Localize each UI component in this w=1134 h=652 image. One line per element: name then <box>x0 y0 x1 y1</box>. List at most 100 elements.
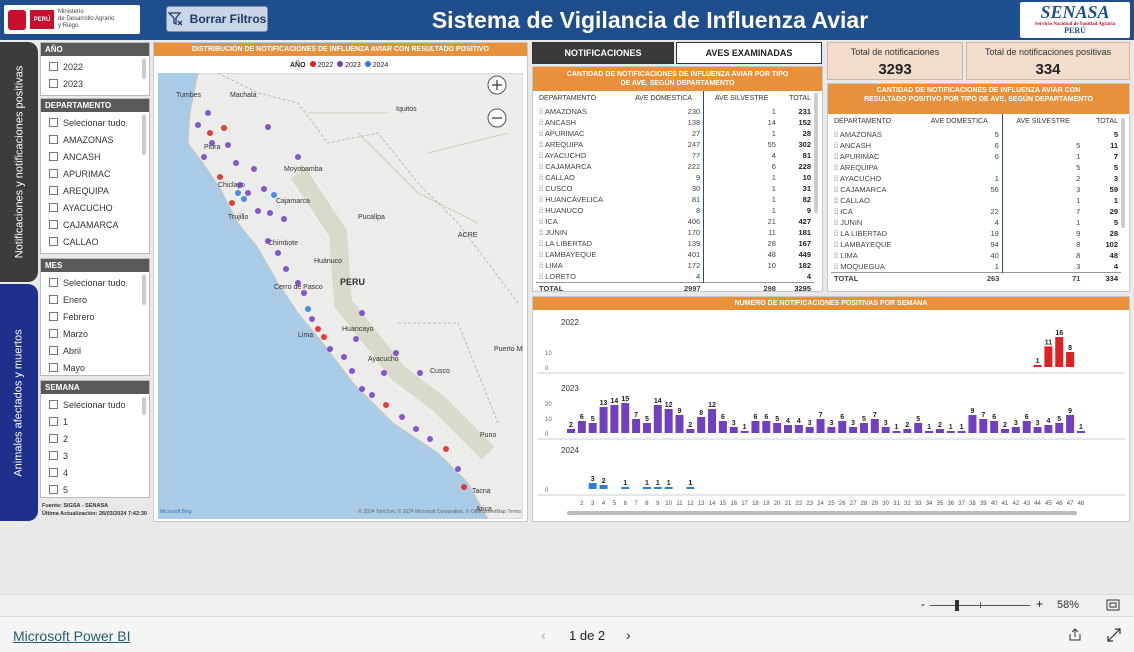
year-option[interactable]: 2022 <box>41 58 149 75</box>
map-marker[interactable] <box>261 186 267 192</box>
zoom-slider-thumb[interactable] <box>955 600 959 611</box>
scrollbar[interactable] <box>142 59 146 79</box>
week-bar[interactable] <box>653 405 662 433</box>
week-option[interactable]: 3 <box>41 447 149 464</box>
map-marker[interactable] <box>221 125 227 131</box>
map-marker[interactable] <box>359 310 365 316</box>
week-bar[interactable] <box>740 431 749 433</box>
checkbox[interactable] <box>49 203 58 212</box>
week-bar[interactable] <box>686 487 695 489</box>
week-bar[interactable] <box>968 415 977 433</box>
map-marker[interactable] <box>251 166 257 172</box>
week-bar[interactable] <box>577 421 586 433</box>
map-marker[interactable] <box>455 466 461 472</box>
map-marker[interactable] <box>309 316 315 322</box>
week-bar[interactable] <box>664 487 673 489</box>
department-option[interactable]: AREQUIPA <box>41 182 149 199</box>
month-option[interactable]: Marzo <box>41 325 149 342</box>
map-marker[interactable] <box>229 200 235 206</box>
map-marker[interactable] <box>295 280 301 286</box>
map-marker[interactable] <box>265 238 271 244</box>
week-bar[interactable] <box>805 427 814 433</box>
week-bar[interactable] <box>588 483 597 489</box>
week-option[interactable]: 2 <box>41 430 149 447</box>
column-header[interactable]: DEPARTAMENTO <box>536 91 624 106</box>
week-bar[interactable] <box>1066 352 1075 367</box>
week-bar[interactable] <box>762 421 771 433</box>
map-marker[interactable] <box>305 306 311 312</box>
checkbox[interactable] <box>49 220 58 229</box>
map-marker[interactable] <box>353 336 359 342</box>
month-option[interactable]: Mayo <box>41 359 149 376</box>
week-bar[interactable] <box>773 423 782 433</box>
week-bar[interactable] <box>925 431 934 433</box>
week-bar[interactable] <box>1055 423 1064 433</box>
week-bar[interactable] <box>794 425 803 433</box>
week-bar[interactable] <box>838 421 847 433</box>
department-option[interactable]: APURIMAC <box>41 165 149 182</box>
checkbox[interactable] <box>49 329 58 338</box>
checkbox[interactable] <box>49 186 58 195</box>
column-header[interactable]: AVE DOMESTICA <box>623 91 705 106</box>
map-marker[interactable] <box>413 426 419 432</box>
week-bar[interactable] <box>870 419 879 433</box>
checkbox[interactable] <box>49 237 58 246</box>
column-header[interactable]: DEPARTAMENTO <box>831 114 917 129</box>
map-marker[interactable] <box>301 290 307 296</box>
week-bar[interactable] <box>881 427 890 433</box>
week-bar[interactable] <box>784 425 792 433</box>
fit-page-icon[interactable] <box>1106 599 1120 611</box>
checkbox[interactable] <box>49 346 58 355</box>
map-canvas[interactable]: Tumbes MachalaIquitosPiuraMoyobambaChicla… <box>158 73 523 519</box>
week-bar[interactable] <box>1055 337 1064 367</box>
week-bar[interactable] <box>1011 427 1020 433</box>
department-option[interactable]: CAJAMARCA <box>41 216 149 233</box>
week-bar[interactable] <box>816 419 825 433</box>
checkbox[interactable] <box>49 169 58 178</box>
checkbox[interactable] <box>49 400 58 409</box>
week-bar[interactable] <box>599 485 608 489</box>
checkbox[interactable] <box>49 295 58 304</box>
map-marker[interactable] <box>225 142 231 148</box>
legend-item[interactable]: 2022 <box>309 61 333 69</box>
scrollbar[interactable] <box>142 397 146 415</box>
department-option[interactable]: AMAZONAS <box>41 131 149 148</box>
department-option[interactable]: AYACUCHO <box>41 199 149 216</box>
checkbox[interactable] <box>49 135 58 144</box>
chart-scrollbar[interactable] <box>567 511 1077 515</box>
checkbox[interactable] <box>49 118 58 127</box>
next-page-icon[interactable]: › <box>626 627 631 643</box>
week-bar[interactable] <box>588 423 597 433</box>
checkbox[interactable] <box>49 451 58 460</box>
fullscreen-icon[interactable] <box>1107 628 1121 642</box>
week-bar[interactable] <box>718 421 727 433</box>
week-bar[interactable] <box>642 423 651 433</box>
map-marker[interactable] <box>217 174 223 180</box>
prev-page-icon[interactable]: ‹ <box>541 627 546 643</box>
tab-aves-examinadas[interactable]: AVES EXAMINADAS <box>676 42 822 64</box>
week-bar[interactable] <box>686 429 695 433</box>
week-option[interactable]: Selecionar tudo <box>41 396 149 413</box>
checkbox[interactable] <box>49 434 58 443</box>
scrollbar[interactable] <box>142 275 146 305</box>
department-option[interactable]: CALLAO <box>41 233 149 250</box>
week-bar[interactable] <box>1066 415 1075 433</box>
week-bar[interactable] <box>610 405 619 433</box>
week-option[interactable]: 1 <box>41 413 149 430</box>
map-marker[interactable] <box>359 386 365 392</box>
map-marker[interactable] <box>201 154 207 160</box>
checkbox[interactable] <box>49 62 58 71</box>
map-marker[interactable] <box>381 370 387 376</box>
map-marker[interactable] <box>205 110 211 116</box>
week-bar[interactable] <box>935 429 944 433</box>
map-marker[interactable] <box>315 326 321 332</box>
checkbox[interactable] <box>49 468 58 477</box>
week-bar[interactable] <box>914 423 923 433</box>
map-marker[interactable] <box>207 130 213 136</box>
map-marker[interactable] <box>237 182 243 188</box>
checkbox[interactable] <box>49 312 58 321</box>
map-marker[interactable] <box>443 446 449 452</box>
map-marker[interactable] <box>369 392 375 398</box>
week-bar[interactable] <box>859 423 868 433</box>
column-header[interactable]: TOTAL <box>779 91 814 106</box>
